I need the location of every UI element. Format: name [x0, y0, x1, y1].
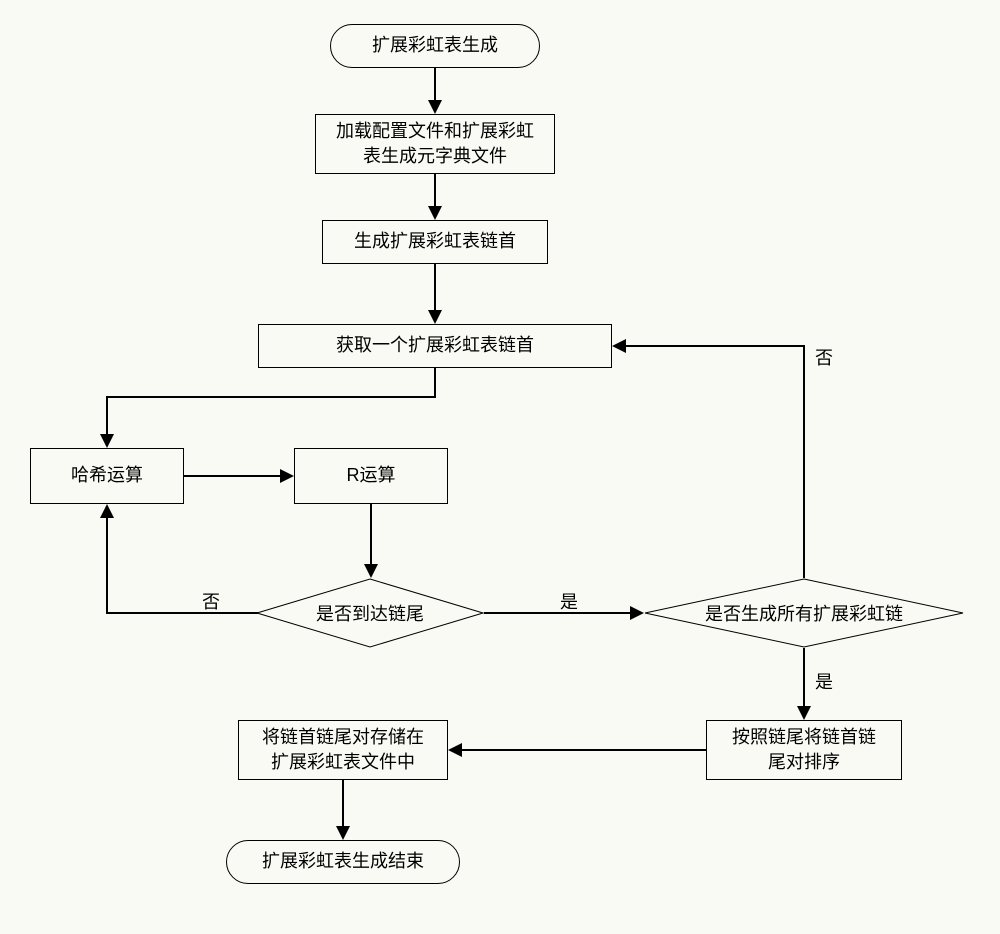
- store-pairs-label: 将链首链尾对存储在 扩展彩虹表文件中: [262, 725, 424, 775]
- arrow-line: [803, 648, 805, 708]
- arrow-head-icon: [630, 606, 644, 620]
- arrow-head-icon: [428, 310, 442, 324]
- arrow-line: [370, 504, 372, 566]
- arrow-head-icon: [100, 504, 114, 518]
- edge-label-no: 否: [815, 344, 833, 370]
- arrow-line: [434, 174, 436, 208]
- r-op-label: R运算: [347, 463, 396, 488]
- start-terminal: 扩展彩虹表生成: [330, 24, 540, 68]
- end-terminal: 扩展彩虹表生成结束: [226, 840, 460, 884]
- arrow-head-icon: [428, 206, 442, 220]
- sort-pairs-box: 按照链尾将链首链 尾对排序: [706, 720, 902, 780]
- arrow-head-icon: [280, 469, 294, 483]
- arrow-head-icon: [428, 100, 442, 114]
- all-chains-decision: 是否生成所有扩展彩虹链: [644, 578, 964, 648]
- arrow-head-icon: [100, 434, 114, 448]
- get-head-box: 获取一个扩展彩虹表链首: [258, 324, 612, 368]
- arrow-head-icon: [797, 706, 811, 720]
- arrow-line: [106, 612, 258, 614]
- edge-label-yes: 是: [560, 588, 578, 614]
- arrow-head-icon: [364, 564, 378, 578]
- hash-op-label: 哈希运算: [71, 463, 143, 488]
- arrow-line: [434, 68, 436, 102]
- all-chains-label: 是否生成所有扩展彩虹链: [705, 600, 903, 626]
- arrow-line: [184, 475, 282, 477]
- arrow-line: [624, 345, 805, 347]
- arrow-line: [106, 396, 436, 398]
- gen-head-label: 生成扩展彩虹表链首: [354, 229, 516, 254]
- arrow-line: [106, 516, 108, 614]
- arrow-line: [460, 749, 706, 751]
- arrow-line: [106, 396, 108, 436]
- reach-tail-label: 是否到达链尾: [316, 600, 424, 626]
- sort-pairs-label: 按照链尾将链首链 尾对排序: [732, 725, 876, 775]
- arrow-head-icon: [612, 339, 626, 353]
- end-label: 扩展彩虹表生成结束: [262, 849, 424, 874]
- arrow-head-icon: [336, 826, 350, 840]
- get-head-label: 获取一个扩展彩虹表链首: [336, 333, 534, 358]
- gen-head-box: 生成扩展彩虹表链首: [322, 220, 548, 264]
- start-label: 扩展彩虹表生成: [372, 33, 498, 58]
- reach-tail-decision: 是否到达链尾: [256, 578, 484, 648]
- arrow-line: [434, 264, 436, 312]
- edge-label-yes: 是: [815, 668, 833, 694]
- edge-label-no: 否: [202, 588, 220, 614]
- load-config-box: 加载配置文件和扩展彩虹 表生成元字典文件: [315, 114, 555, 174]
- arrow-line: [342, 780, 344, 828]
- arrow-line: [484, 612, 632, 614]
- arrow-line: [803, 346, 805, 578]
- load-config-label: 加载配置文件和扩展彩虹 表生成元字典文件: [336, 119, 534, 169]
- arrow-line: [434, 368, 436, 398]
- arrow-head-icon: [448, 743, 462, 757]
- r-op-box: R运算: [294, 448, 448, 504]
- store-pairs-box: 将链首链尾对存储在 扩展彩虹表文件中: [238, 720, 448, 780]
- hash-op-box: 哈希运算: [30, 448, 184, 504]
